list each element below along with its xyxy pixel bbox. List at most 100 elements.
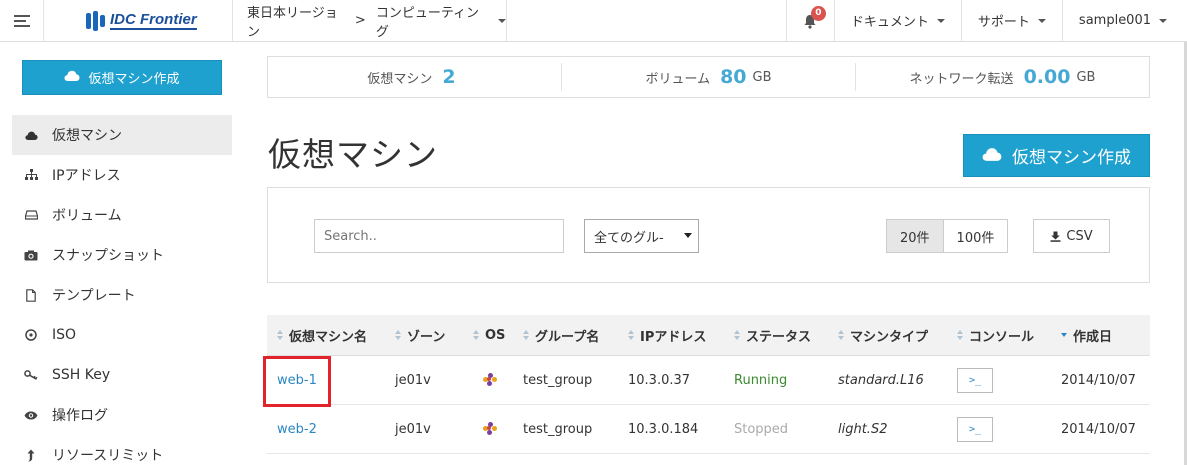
vm-zone: je01v — [395, 421, 431, 437]
sidebar-item-volume[interactable]: ボリューム — [12, 195, 232, 235]
region-label: 東日本リージョン — [247, 5, 338, 40]
os-icon — [483, 422, 497, 436]
sidebar-create-vm-button[interactable]: 仮想マシン作成 — [22, 60, 222, 95]
vm-ip: 10.3.0.184 — [628, 421, 699, 437]
col-header-group[interactable]: グループ名 — [523, 326, 628, 345]
sidebar-item-resource-limit[interactable]: リソースリミット — [12, 435, 232, 465]
col-header-os[interactable]: OS — [473, 328, 523, 343]
sidebar-item-operation-log[interactable]: 操作ログ — [12, 395, 232, 435]
summary-volume-value: 80 — [720, 66, 747, 88]
table-row: web-2 je01v test_group 10.3.0.184 Stoppe… — [267, 405, 1150, 454]
region-service-selector[interactable]: 東日本リージョン > コンピューティング — [232, 0, 507, 41]
per-page-toggle: 20件 100件 — [886, 219, 1009, 253]
col-header-created[interactable]: 作成日 — [1061, 326, 1150, 345]
sidebar-item-vm[interactable]: 仮想マシン — [12, 115, 232, 155]
col-header-console[interactable]: コンソール — [957, 326, 1061, 345]
user-menu[interactable]: sample001 — [1063, 0, 1187, 41]
create-vm-button[interactable]: 仮想マシン作成 — [963, 134, 1150, 177]
table-header: 仮想マシン名 ゾーン OS グループ名 IPアドレス ステータス マシンタイプ … — [267, 315, 1150, 356]
vm-group: test_group — [523, 372, 593, 388]
chevron-down-icon — [936, 18, 945, 23]
support-label: サポート — [977, 15, 1030, 30]
eye-icon — [24, 408, 38, 422]
group-select[interactable]: 全てのグル- — [584, 219, 699, 253]
logo-mark-icon — [86, 10, 106, 31]
chevron-down-icon — [1037, 18, 1046, 23]
summary-volume-unit: GB — [752, 69, 772, 85]
download-icon — [1050, 231, 1061, 242]
file-icon — [24, 288, 38, 302]
search-input[interactable] — [314, 219, 564, 253]
per-page-100-button[interactable]: 100件 — [943, 219, 1009, 253]
page-title: 仮想マシン — [268, 135, 438, 174]
summary-network-label: ネットワーク転送 — [909, 71, 1014, 87]
chevron-down-icon — [1159, 18, 1167, 23]
sidebar-nav: 仮想マシン IPアドレス ボリューム スナップショット テンプレート ISO S… — [12, 115, 232, 465]
notification-count-badge: 0 — [810, 6, 826, 21]
service-label: コンピューティング — [375, 5, 480, 40]
sort-desc-icon — [1061, 330, 1068, 340]
col-header-ip[interactable]: IPアドレス — [628, 326, 734, 345]
sidebar-item-ip-address[interactable]: IPアドレス — [12, 155, 232, 195]
sort-icon — [838, 330, 845, 340]
create-vm-label: 仮想マシン作成 — [1012, 148, 1131, 168]
support-menu[interactable]: サポート — [962, 0, 1063, 41]
vm-group: test_group — [523, 421, 593, 437]
col-header-status[interactable]: ステータス — [734, 326, 838, 345]
sidebar-item-label: テンプレート — [52, 288, 136, 304]
cloud-icon — [982, 146, 1002, 166]
chevron-down-icon — [498, 18, 506, 23]
filter-panel: 全てのグル- 20件 100件 CSV — [267, 187, 1150, 283]
vm-name-link[interactable]: web-2 — [277, 422, 317, 437]
camera-icon — [24, 248, 38, 262]
group-select-value: 全てのグル- — [594, 230, 664, 246]
resource-summary-bar: 仮想マシン 2 ボリューム 80 GB ネットワーク転送 0.00 GB — [267, 56, 1150, 98]
vm-status: Stopped — [734, 421, 789, 437]
sidebar-item-label: リソースリミット — [52, 448, 164, 464]
documents-label: ドキュメント — [850, 15, 929, 30]
menu-toggle-button[interactable] — [0, 0, 44, 41]
col-header-label: OS — [485, 327, 506, 343]
user-name: sample001 — [1078, 13, 1151, 28]
sidebar-item-label: SSH Key — [52, 367, 111, 383]
col-header-zone[interactable]: ゾーン — [395, 326, 473, 345]
summary-vm-value: 2 — [442, 66, 456, 88]
hamburger-icon — [13, 12, 30, 30]
triangle-down-icon — [684, 233, 692, 238]
csv-download-button[interactable]: CSV — [1033, 219, 1110, 253]
hdd-icon — [24, 208, 38, 222]
vm-status: Running — [734, 372, 788, 388]
col-header-machine-type[interactable]: マシンタイプ — [838, 326, 957, 345]
col-header-name[interactable]: 仮想マシン名 — [267, 326, 395, 345]
console-button[interactable]: >_ — [957, 367, 993, 393]
sidebar-item-template[interactable]: テンプレート — [12, 275, 232, 315]
sort-icon — [473, 330, 480, 340]
per-page-20-button[interactable]: 20件 — [886, 219, 944, 253]
logo-text: IDC Frontier — [110, 10, 197, 30]
sidebar-item-label: スナップショット — [52, 248, 164, 264]
sidebar-item-iso[interactable]: ISO — [12, 315, 232, 355]
sort-icon — [395, 330, 402, 340]
sitemap-icon — [24, 168, 38, 182]
summary-vm-label: 仮想マシン — [367, 71, 433, 87]
notifications-button[interactable]: 0 — [787, 0, 835, 41]
col-header-label: マシンタイプ — [850, 329, 929, 345]
sidebar-item-ssh-key[interactable]: SSH Key — [12, 355, 232, 395]
console-button[interactable]: >_ — [957, 416, 993, 442]
brand-logo[interactable]: IDC Frontier — [44, 0, 232, 41]
sidebar-item-label: ISO — [52, 327, 77, 343]
documents-menu[interactable]: ドキュメント — [835, 0, 962, 41]
summary-network-unit: GB — [1076, 69, 1096, 85]
vm-created-date: 2014/10/07 — [1061, 372, 1136, 388]
col-header-label: ステータス — [746, 329, 812, 345]
navbar-spacer — [507, 0, 787, 41]
summary-network: ネットワーク転送 0.00 GB — [856, 63, 1149, 91]
col-header-label: グループ名 — [535, 329, 600, 345]
csv-label: CSV — [1066, 228, 1093, 244]
sort-icon — [628, 330, 635, 340]
col-header-label: 仮想マシン名 — [289, 329, 368, 345]
summary-vm: 仮想マシン 2 — [268, 63, 562, 91]
summary-volume: ボリューム 80 GB — [562, 63, 856, 91]
vm-table: 仮想マシン名 ゾーン OS グループ名 IPアドレス ステータス マシンタイプ … — [267, 315, 1150, 454]
sidebar-item-snapshot[interactable]: スナップショット — [12, 235, 232, 275]
